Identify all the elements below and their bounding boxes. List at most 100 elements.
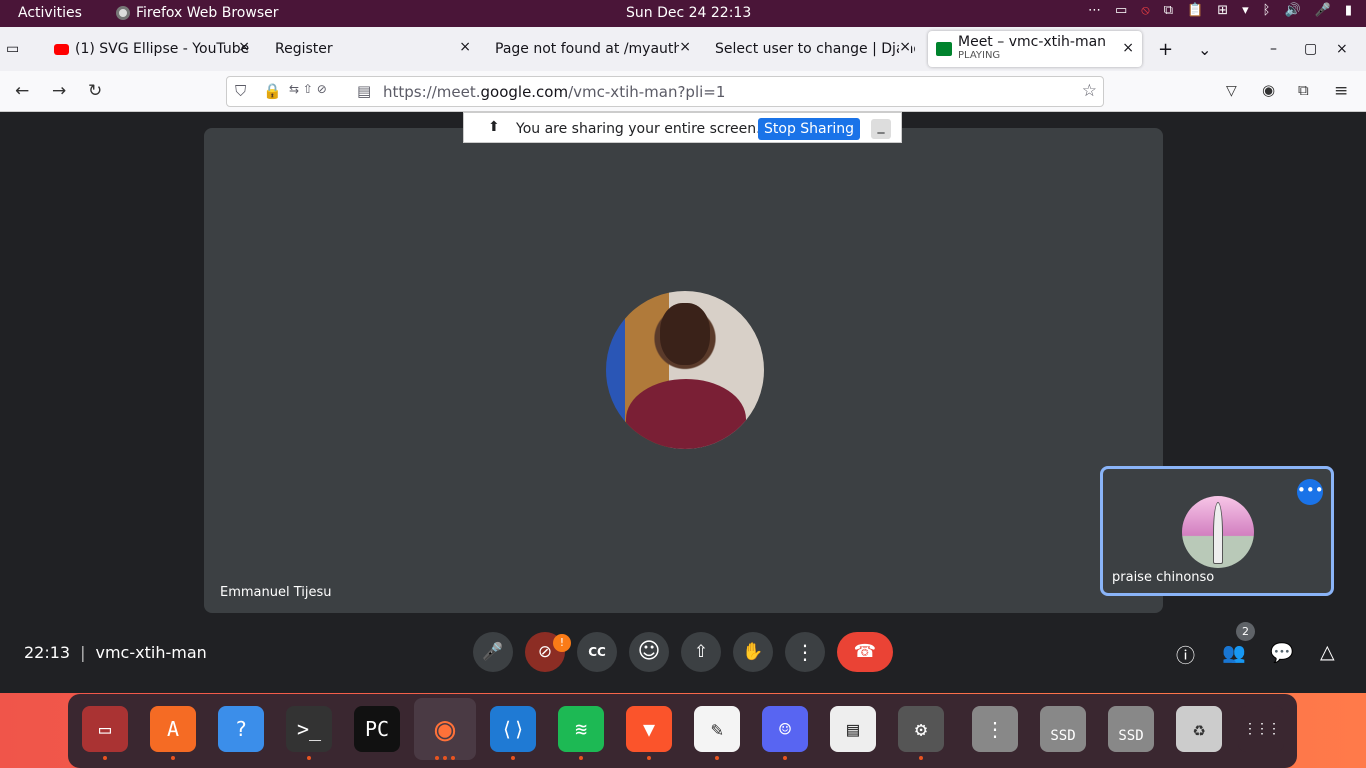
tab-register[interactable]: Register × [275, 27, 475, 71]
menu-icon[interactable]: ≡ [1334, 81, 1348, 101]
overflow-icon[interactable]: ⋯ [1088, 3, 1101, 18]
self-tile[interactable]: praise chinonso ••• [1100, 466, 1334, 596]
present-button[interactable]: ⇧ [681, 632, 721, 672]
extension-icon[interactable]: ⧉ [1164, 3, 1173, 18]
rocket-icon [1213, 502, 1223, 564]
dock-app-center-icon[interactable]: A [150, 706, 196, 752]
tab-youtube[interactable]: (1) SVG Ellipse - YouTube × [54, 27, 254, 71]
bookmark-star-icon[interactable]: ☆ [1082, 81, 1097, 101]
battery-icon[interactable]: ▮ [1345, 3, 1352, 18]
more-options-icon[interactable]: ••• [1297, 479, 1324, 505]
emoji-button[interactable]: ☺ [629, 632, 669, 672]
dock-app-grid-icon[interactable]: ⋮⋮⋮ [1238, 706, 1284, 752]
reload-button[interactable]: ↻ [88, 81, 102, 101]
extensions-icon[interactable]: ⧉ [1298, 81, 1309, 99]
firefox-icon [116, 6, 130, 20]
running-indicator [783, 756, 787, 760]
captions-button[interactable]: CC [577, 632, 617, 672]
presenter-tile[interactable]: Emmanuel Tijesu [204, 128, 1163, 613]
account-icon[interactable]: ◉ [1262, 81, 1275, 99]
maximize-button[interactable]: ▢ [1304, 27, 1324, 71]
dock-help-icon[interactable]: ? [218, 706, 264, 752]
back-button[interactable]: ← [15, 81, 29, 101]
tab-title: Register [275, 41, 333, 57]
dock-document-viewer-icon[interactable]: ▤ [830, 706, 876, 752]
dock-ssd-2-icon[interactable]: SSD [1108, 706, 1154, 752]
meeting-time: 22:13 [24, 643, 71, 662]
shield-icon[interactable]: ⛉ [235, 82, 246, 100]
chat-button[interactable]: 💬 [1270, 641, 1294, 664]
dock-firefox-icon[interactable]: ◉ [414, 698, 476, 760]
stop-sharing-button[interactable]: Stop Sharing [758, 118, 861, 140]
sharing-indicator: ⬆ You are sharing your entire screen. St… [463, 112, 902, 143]
dock-disk-1-icon[interactable]: ⋮ [972, 706, 1018, 752]
dock-ssd-1-icon[interactable]: SSD [1040, 706, 1086, 752]
dock-text-editor-icon[interactable]: ✎ [694, 706, 740, 752]
app-menu[interactable]: Firefox Web Browser [116, 5, 279, 21]
reader-icon[interactable]: ▤ [357, 82, 371, 100]
running-indicator [171, 756, 175, 760]
avatar-head [660, 303, 710, 365]
list-all-tabs-button[interactable]: ⌄ [1198, 27, 1218, 71]
volume-icon[interactable]: 🔊 [1284, 3, 1300, 18]
close-icon[interactable]: × [679, 39, 691, 55]
bluetooth-icon[interactable]: ᛒ [1263, 3, 1271, 18]
lock-icon[interactable]: 🔒 [263, 82, 282, 100]
forward-button[interactable]: → [52, 81, 66, 101]
sharing-text: You are sharing your entire screen. [516, 121, 761, 137]
dock-terminal-icon[interactable]: >_ [286, 706, 332, 752]
meeting-details-button[interactable]: ⓘ [1176, 641, 1195, 668]
tab-page-not-found[interactable]: Page not found at /myauth/× [495, 27, 695, 71]
tab-title: Page not found at /myauth/ [495, 41, 687, 57]
tab-title: (1) SVG Ellipse - YouTube [75, 41, 250, 57]
dock-vscode-icon[interactable]: ⟨⟩ [490, 706, 536, 752]
mic-icon[interactable]: 🎤 [1315, 3, 1331, 18]
close-icon[interactable]: × [459, 39, 471, 55]
hide-indicator-button[interactable]: _ [871, 119, 891, 139]
activities-button[interactable]: Activities [18, 5, 82, 21]
clipboard-icon[interactable]: 📋 [1187, 3, 1203, 18]
more-options-button[interactable]: ⋮ [785, 632, 825, 672]
activities-button[interactable]: △ [1320, 641, 1335, 663]
dock: ▭ A? >_ PC ◉ ⟨⟩ ≋ ▼ ✎ ☺ ▤ ⚙ ⋮ SSD SSD ♻ ⋮⋮⋮ [68, 694, 1297, 768]
dock-trash-icon[interactable]: ♻ [1176, 706, 1222, 752]
tab-overview-button[interactable]: ▭ [6, 37, 32, 61]
dock-settings-icon[interactable]: ⚙ [898, 706, 944, 752]
url-domain: google.com [480, 83, 569, 101]
close-icon[interactable]: × [1122, 40, 1134, 56]
mic-button[interactable]: 🎤 [473, 632, 513, 672]
tab-django[interactable]: Select user to change | Django × [715, 27, 915, 71]
url-bar[interactable]: ⛉ 🔒 ⇆ ⇧ ⊘ ▤ https://meet.google.com/vmc-… [226, 76, 1104, 107]
wifi-icon[interactable]: ▾ [1242, 3, 1249, 18]
dnd-icon[interactable]: ⦸ [1141, 3, 1149, 18]
dock-brave-icon[interactable]: ▼ [626, 706, 672, 752]
url-text[interactable]: https://meet.google.com/vmc-xtih-man?pli… [383, 83, 725, 101]
new-tab-button[interactable]: + [1158, 27, 1178, 71]
running-indicator [103, 756, 107, 760]
window-close-button[interactable]: × [1336, 27, 1356, 71]
self-avatar [1182, 496, 1254, 568]
app-name: Firefox Web Browser [136, 5, 279, 21]
screen-icon[interactable]: ▭ [1115, 3, 1127, 18]
dock-files-icon[interactable]: ▭ [82, 706, 128, 752]
tab-meet[interactable]: Meet – vmc-xtih-man PLAYING × [928, 31, 1142, 67]
tab-bar: ▭ (1) SVG Ellipse - YouTube × Register × P… [0, 27, 1366, 71]
meet-icon [936, 42, 952, 56]
system-tray[interactable]: ⋯ ▭ ⦸ ⧉ 📋 ⊞ ▾ ᛒ 🔊 🎤 ▮ [1088, 3, 1352, 18]
close-icon[interactable]: × [238, 39, 250, 55]
minimize-button[interactable]: – [1270, 27, 1290, 71]
raise-hand-button[interactable]: ✋ [733, 632, 773, 672]
dock-discord-icon[interactable]: ☺ [762, 706, 808, 752]
dock-spotify-icon[interactable]: ≋ [558, 706, 604, 752]
pocket-icon[interactable]: ▽ [1226, 83, 1237, 99]
people-button[interactable]: 👥 [1222, 641, 1246, 664]
leave-call-button[interactable]: ☎ [837, 632, 893, 672]
dock-pycharm-icon[interactable]: PC [354, 706, 400, 752]
presenter-name: Emmanuel Tijesu [220, 585, 332, 600]
clock[interactable]: Sun Dec 24 22:13 [626, 5, 751, 21]
share-screen-icon: ⬆ [488, 119, 500, 135]
display-icon[interactable]: ⊞ [1217, 3, 1228, 18]
permissions-icon[interactable]: ⇆ ⇧ ⊘ [289, 82, 327, 96]
meeting-info: 22:13 | vmc-xtih-man [24, 643, 207, 662]
close-icon[interactable]: × [899, 39, 911, 55]
